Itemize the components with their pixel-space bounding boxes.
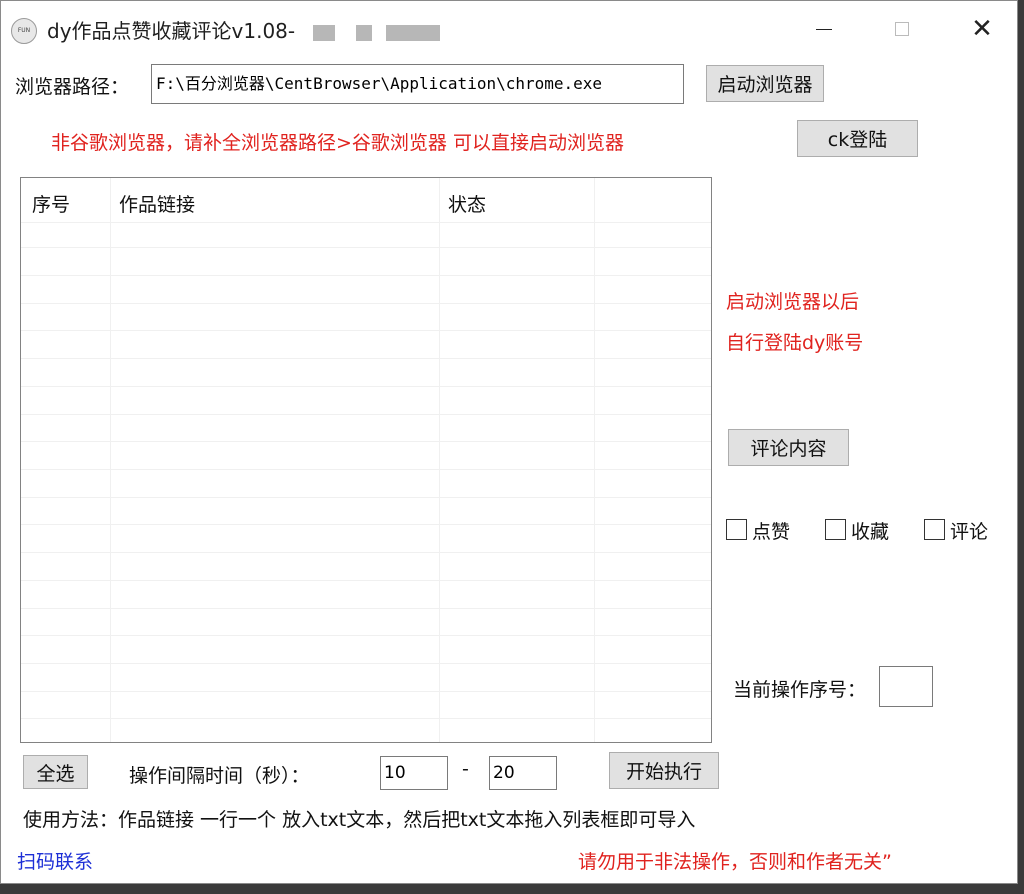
column-header-link[interactable]: 作品链接	[119, 190, 195, 217]
browser-path-label: 浏览器路径：	[15, 76, 130, 98]
select-all-button[interactable]: 全选	[23, 755, 88, 789]
comment-checkbox-label[interactable]: 评论	[950, 517, 988, 544]
table-header: 序号 作品链接 状态	[21, 178, 711, 222]
like-checkbox[interactable]	[726, 519, 747, 540]
like-checkbox-label[interactable]: 点赞	[752, 517, 790, 544]
close-icon: ✕	[971, 14, 993, 44]
close-button[interactable]: ✕	[959, 9, 1005, 49]
comment-content-button[interactable]: 评论内容	[728, 429, 849, 466]
comment-checkbox[interactable]	[924, 519, 945, 540]
works-list-table[interactable]: 序号 作品链接 状态	[20, 177, 712, 743]
note-line-1: 启动浏览器以后	[726, 291, 860, 313]
maximize-button[interactable]	[879, 9, 925, 49]
interval-min-input[interactable]: 10	[380, 756, 448, 790]
minimize-button[interactable]	[801, 9, 847, 49]
redacted-blur	[313, 24, 336, 41]
column-header-status[interactable]: 状态	[448, 190, 486, 217]
collect-checkbox[interactable]	[825, 519, 846, 540]
current-index-label: 当前操作序号：	[733, 679, 867, 701]
window-title: dy作品点赞收藏评论v1.08-	[47, 15, 441, 44]
note-line-2: 自行登陆dy账号	[726, 332, 864, 354]
interval-max-input[interactable]: 20	[489, 756, 557, 790]
legal-warning-text: 请勿用于非法操作，否则和作者无关”	[578, 851, 892, 873]
browser-path-input[interactable]: F:\百分浏览器\CentBrowser\Application\chrome.…	[151, 64, 684, 104]
redacted-blur	[355, 24, 372, 41]
launch-browser-button[interactable]: 启动浏览器	[706, 65, 824, 102]
ck-login-button[interactable]: ck登陆	[797, 120, 918, 157]
interval-dash: -	[462, 758, 469, 780]
column-header-index[interactable]: 序号	[32, 190, 70, 217]
app-window: FUN dy作品点赞收藏评论v1.08- ✕ 浏览器路径： F:\百分浏览器\C…	[0, 0, 1018, 884]
scan-contact-link[interactable]: 扫码联系	[17, 847, 93, 874]
collect-checkbox-label[interactable]: 收藏	[851, 517, 889, 544]
hint-text: 非谷歌浏览器，请补全浏览器路径>谷歌浏览器 可以直接启动浏览器	[51, 132, 624, 154]
window-title-text: dy作品点赞收藏评论v1.08-	[47, 19, 296, 43]
current-index-field[interactable]	[879, 666, 933, 707]
app-logo-icon: FUN	[11, 18, 37, 44]
start-execute-button[interactable]: 开始执行	[609, 752, 719, 789]
usage-instructions: 使用方法：作品链接 一行一个 放入txt文本，然后把txt文本拖入列表框即可导入	[23, 809, 696, 831]
interval-label: 操作间隔时间（秒）：	[129, 765, 310, 787]
redacted-blur	[386, 24, 441, 41]
minimize-icon	[816, 28, 832, 30]
maximize-icon	[895, 22, 909, 36]
title-bar[interactable]: FUN dy作品点赞收藏评论v1.08- ✕	[1, 1, 1017, 57]
